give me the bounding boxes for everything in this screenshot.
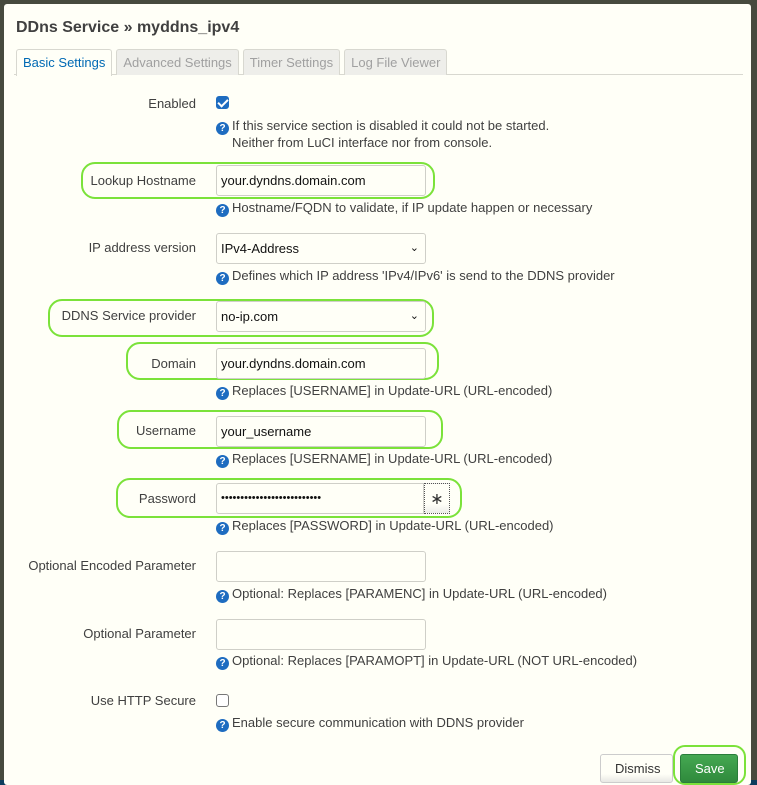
password-label: Password [138, 491, 196, 506]
domain-help: ? Replaces [USERNAME] in Update-URL (URL-… [216, 383, 552, 400]
help-icon: ? [216, 455, 229, 468]
chevron-down-icon: ⌄ [409, 310, 419, 322]
param-enc-label: Optional Encoded Parameter [28, 558, 196, 573]
help-icon: ? [216, 657, 229, 670]
enabled-checkbox[interactable] [216, 96, 229, 109]
password-help: ? Replaces [PASSWORD] in Update-URL (URL-… [216, 518, 554, 535]
use-https-label: Use HTTP Secure [90, 693, 196, 708]
enabled-label: Enabled [148, 96, 196, 111]
save-button[interactable]: Save [680, 754, 738, 783]
lookup-hostname-label: Lookup Hostname [90, 173, 196, 188]
param-opt-label: Optional Parameter [83, 626, 196, 641]
ip-version-select[interactable]: IPv4-Address ⌄ [216, 233, 426, 264]
password-input[interactable]: •••••••••••••••••••••••••• [216, 483, 424, 514]
lookup-hostname-input[interactable]: your.dyndns.domain.com [216, 165, 426, 196]
help-icon: ? [216, 522, 229, 535]
enabled-help: ? If this service section is disabled it … [216, 118, 549, 150]
use-https-help: ? Enable secure communication with DDNS p… [216, 715, 524, 732]
help-icon: ? [216, 272, 229, 285]
domain-input[interactable]: your.dyndns.domain.com [216, 348, 426, 379]
param-opt-input[interactable] [216, 619, 426, 650]
help-icon: ? [216, 204, 229, 217]
param-opt-help: ? Optional: Replaces [PARAMOPT] in Update… [216, 653, 637, 670]
username-label: Username [136, 423, 196, 438]
dismiss-button[interactable]: Dismiss [600, 754, 673, 783]
ip-version-label: IP address version [88, 240, 196, 255]
domain-label: Domain [151, 356, 196, 371]
help-icon: ? [216, 719, 229, 732]
modal-title: DDns Service » myddns_ipv4 [16, 19, 240, 36]
chevron-down-icon: ⌄ [409, 242, 419, 254]
tab-advanced-settings[interactable]: Advanced Settings [116, 49, 239, 75]
use-https-checkbox[interactable] [216, 694, 229, 707]
ddns-service-modal: DDns Service » myddns_ipv4 Basic Setting… [4, 4, 751, 785]
username-help: ? Replaces [USERNAME] in Update-URL (URL-… [216, 451, 552, 468]
service-provider-select[interactable]: no-ip.com ⌄ [216, 301, 426, 332]
lookup-hostname-help: ? Hostname/FQDN to validate, if IP update… [216, 200, 592, 217]
help-icon: ? [216, 387, 229, 400]
username-input[interactable]: your_username [216, 416, 426, 447]
param-enc-help: ? Optional: Replaces [PARAMENC] in Update… [216, 586, 607, 603]
tab-bar: Basic Settings Advanced Settings Timer S… [14, 49, 743, 76]
service-provider-label: DDNS Service provider [61, 308, 196, 323]
tab-basic-settings[interactable]: Basic Settings [16, 49, 113, 76]
tab-log-file-viewer[interactable]: Log File Viewer [344, 49, 448, 75]
reveal-password-button[interactable]: ∗ [424, 483, 450, 514]
tab-timer-settings[interactable]: Timer Settings [242, 49, 341, 75]
help-icon: ? [216, 122, 229, 135]
help-icon: ? [216, 590, 229, 603]
ip-version-help: ? Defines which IP address 'IPv4/IPv6' is… [216, 268, 615, 285]
param-enc-input[interactable] [216, 551, 426, 582]
